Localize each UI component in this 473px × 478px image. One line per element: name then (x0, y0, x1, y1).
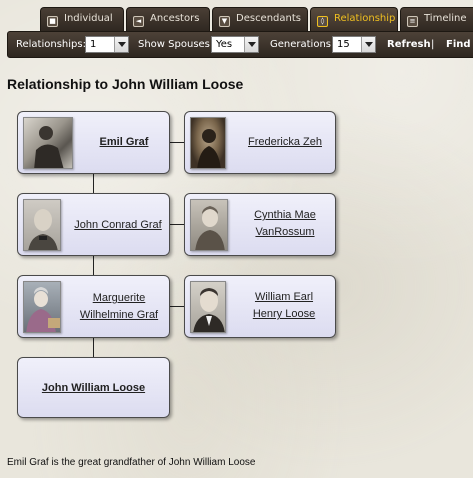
person-silhouette-icon (193, 288, 225, 332)
generations-value: 15 (337, 39, 350, 50)
portrait-photo (190, 199, 228, 251)
tab-label: Individual (64, 13, 113, 24)
person-name-link[interactable]: Fredericka Zeh (235, 134, 335, 151)
tab-descendants[interactable]: ▼ Descendants (212, 7, 308, 31)
person-name-link[interactable]: John William Loose (18, 380, 169, 397)
portrait-photo (190, 281, 226, 333)
spouse-connector (170, 142, 184, 143)
descent-connector (93, 338, 94, 358)
portrait-photo (190, 117, 226, 169)
tab-label: Relationship (334, 13, 396, 24)
person-card-marguerite-wilhelmine-graf[interactable]: Marguerite Wilhelmine Graf (17, 275, 170, 338)
name-line: Marguerite (92, 292, 146, 304)
generations-label: Generations: (270, 39, 335, 50)
timeline-icon: ≡ (407, 16, 418, 27)
person-silhouette-icon (197, 129, 221, 168)
tab-relationship[interactable]: ◊ Relationship (310, 7, 398, 31)
spouse-connector (170, 224, 184, 225)
person-card-fredericka-zeh[interactable]: Fredericka Zeh (184, 111, 336, 174)
view-tabs: ■ Individual ◄ Ancestors ▼ Descendants ◊ Rel… (0, 0, 473, 31)
tab-label: Timeline (424, 13, 467, 24)
portrait-photo (23, 281, 61, 333)
person-name-link[interactable]: Marguerite Wilhelmine Graf (68, 290, 170, 324)
person-silhouette-icon (34, 126, 64, 168)
individual-icon: ■ (47, 16, 58, 27)
generations-select[interactable]: 15 (332, 36, 376, 53)
name-line: VanRossum (255, 226, 315, 238)
name-line: Henry Loose (252, 308, 316, 320)
person-name-link[interactable]: William Earl Henry Loose (235, 289, 333, 323)
portrait-photo (23, 117, 73, 169)
name-line: Cynthia Mae (254, 209, 316, 221)
person-card-cynthia-mae-vanrossum[interactable]: Cynthia Mae VanRossum (184, 193, 336, 256)
refresh-button[interactable]: Refresh (387, 32, 431, 57)
person-silhouette-icon (195, 206, 225, 250)
relationship-icon: ◊ (317, 16, 328, 27)
show-spouses-value: Yes (216, 39, 233, 50)
tab-label: Descendants (236, 13, 301, 24)
person-card-john-conrad-graf[interactable]: John Conrad Graf (17, 193, 170, 256)
person-card-emil-graf[interactable]: Emil Graf (17, 111, 170, 174)
person-name-link[interactable]: Emil Graf (80, 134, 168, 151)
relationships-select[interactable]: 1 (85, 36, 129, 53)
chevron-down-icon (244, 37, 258, 52)
descendants-icon: ▼ (219, 16, 230, 27)
find-button[interactable]: Find a (446, 32, 473, 57)
page-title: Relationship to John William Loose (7, 76, 244, 92)
show-spouses-label: Show Spouses: (138, 39, 214, 50)
relationships-label: Relationships: (16, 39, 86, 50)
person-card-william-earl-henry-loose[interactable]: William Earl Henry Loose (184, 275, 336, 338)
relationship-summary: Emil Graf is the great grandfather of Jo… (7, 457, 256, 468)
person-name-link[interactable]: Cynthia Mae VanRossum (237, 207, 333, 241)
tab-timeline[interactable]: ≡ Timeline (400, 7, 473, 31)
descent-connector (93, 174, 94, 194)
ancestors-icon: ◄ (133, 16, 144, 27)
portrait-photo (23, 199, 61, 251)
relationships-value: 1 (90, 39, 97, 50)
tab-label: Ancestors (150, 13, 200, 24)
name-line: Wilhelmine Graf (79, 309, 159, 321)
name-line: William Earl (254, 291, 314, 303)
person-silhouette-icon (28, 209, 58, 250)
person-name-link[interactable]: John Conrad Graf (66, 217, 170, 234)
chevron-down-icon (361, 37, 375, 52)
spouse-connector (170, 306, 184, 307)
show-spouses-select[interactable]: Yes (211, 36, 259, 53)
person-silhouette-icon (26, 287, 60, 332)
tab-individual[interactable]: ■ Individual (40, 7, 124, 31)
descent-connector (93, 256, 94, 276)
toolbar-separator: | (431, 39, 435, 50)
options-toolbar: Relationships: 1 Show Spouses: Yes Gener… (7, 31, 473, 58)
tab-ancestors[interactable]: ◄ Ancestors (126, 7, 210, 31)
chevron-down-icon (114, 37, 128, 52)
person-card-john-william-loose[interactable]: John William Loose (17, 357, 170, 418)
